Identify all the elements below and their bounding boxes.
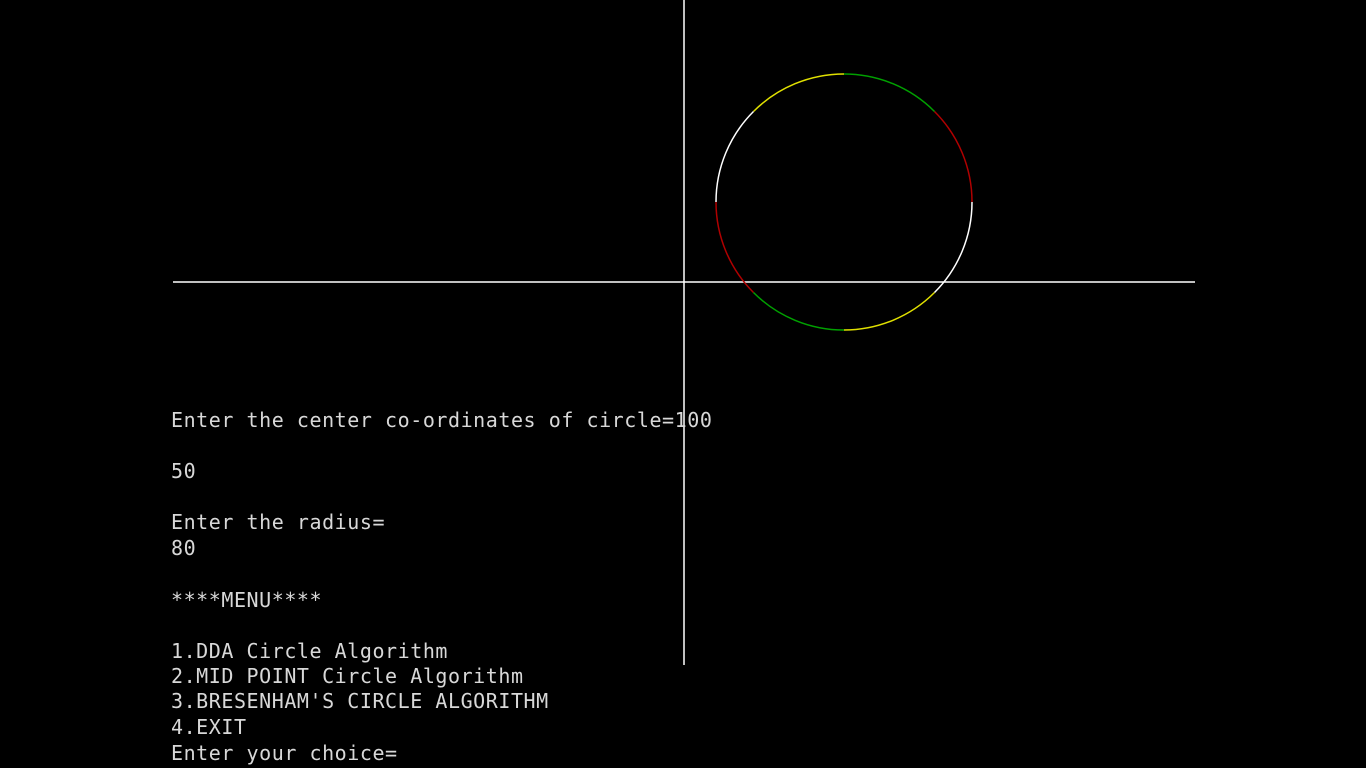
circle-octant-sw-s	[752, 291, 845, 331]
circle-octant-ne-n	[843, 73, 936, 113]
menu-title: ****MENU****	[171, 588, 323, 612]
center-y-value: 50	[171, 459, 197, 483]
menu-item-exit: 4.EXIT	[171, 715, 247, 739]
center-coordinates-prompt: Enter the center co-ordinates of circle=…	[171, 408, 713, 432]
menu-item-bresenham: 3.BRESENHAM'S CIRCLE ALGORITHM	[171, 689, 549, 713]
circle-octant-n-nw	[752, 73, 845, 113]
radius-prompt: Enter the radius=	[171, 510, 386, 534]
circle-octant-nw-w	[715, 110, 755, 203]
drawn-circle	[715, 73, 973, 331]
radius-value: 80	[171, 536, 197, 560]
circle-octant-e-ne	[933, 110, 973, 203]
circle-octant-w-sw	[715, 201, 755, 294]
menu-item-dda: 1.DDA Circle Algorithm	[171, 639, 449, 663]
dos-graphics-screen: Enter the center co-ordinates of circle=…	[0, 0, 1366, 768]
circle-octant-se-e	[933, 201, 973, 294]
circle-octant-s-se	[843, 291, 936, 331]
choice-prompt: Enter your choice=	[171, 741, 398, 765]
menu-item-midpoint: 2.MID POINT Circle Algorithm	[171, 664, 524, 688]
